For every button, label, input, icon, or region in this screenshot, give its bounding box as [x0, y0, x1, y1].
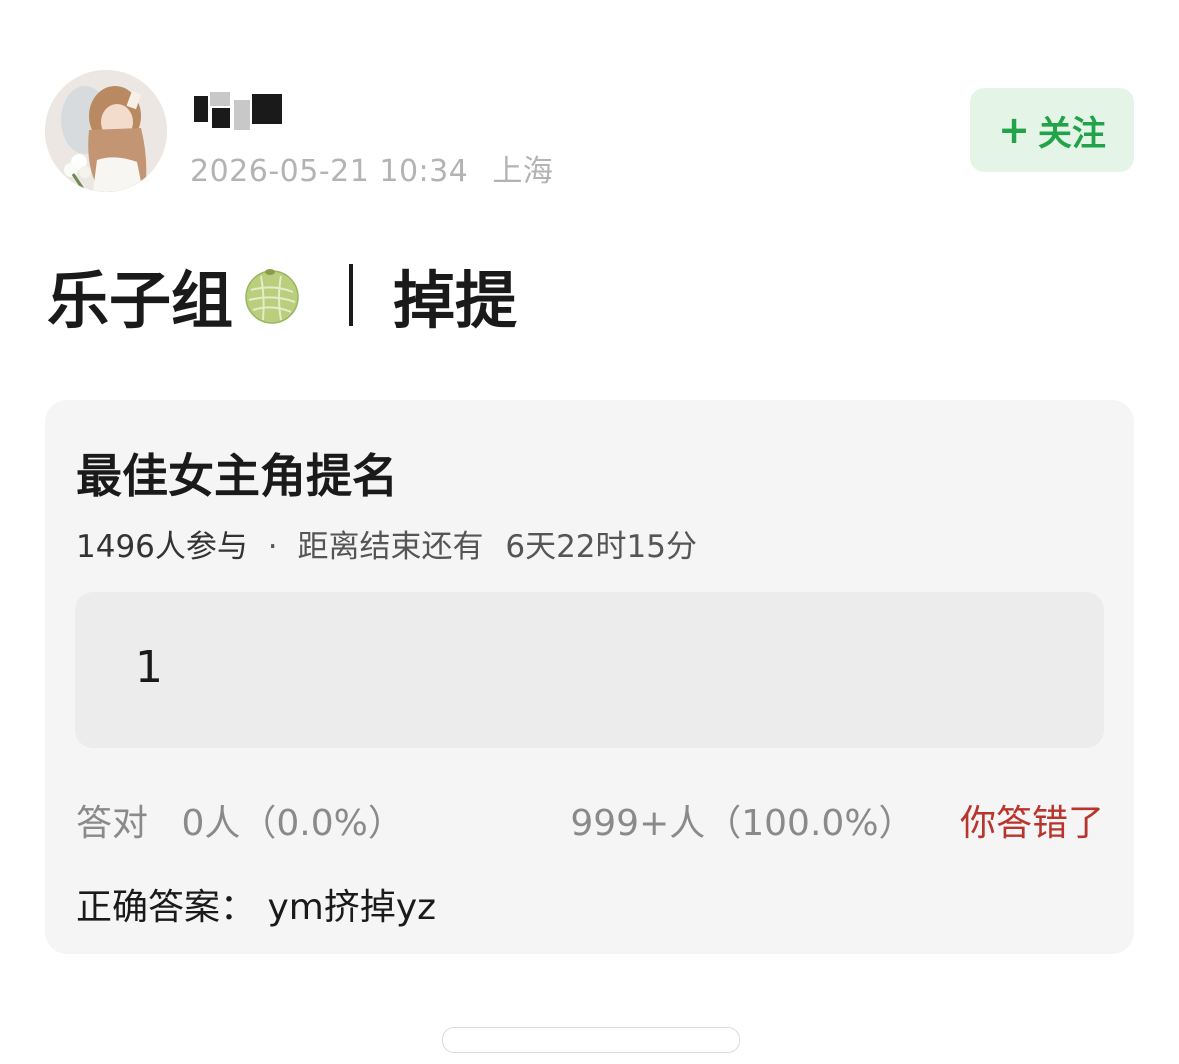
- post-timestamp: 2026-05-21 10:34 上海: [190, 146, 553, 190]
- post-title-left: 乐子组: [47, 264, 234, 337]
- quiz-option-text: 1: [135, 642, 163, 693]
- follow-label: 关注: [1037, 113, 1106, 154]
- quiz-remaining-label: 距离结束还有: [297, 529, 484, 565]
- post-time: 2026-05-21 10:34: [190, 154, 469, 189]
- meta-separator: ·: [267, 529, 278, 565]
- total-stats: 999+人（100.0%） 你答错了: [570, 794, 1104, 846]
- quiz-meta: 1496人参与 · 距离结束还有 6天22时15分: [76, 521, 697, 566]
- avatar[interactable]: [45, 70, 167, 192]
- post-title-right: 掉提: [393, 264, 518, 337]
- melon-icon: [241, 264, 303, 326]
- correct-answer-label: 正确答案：: [76, 887, 257, 928]
- post-title: 乐子组 掉提: [47, 255, 517, 337]
- post-location: 上海: [492, 154, 554, 189]
- quiz-title: 最佳女主角提名: [76, 449, 398, 503]
- quiz-participants: 1496人参与: [76, 529, 248, 565]
- plus-icon: +: [998, 108, 1030, 152]
- quiz-card: 最佳女主角提名 1496人参与 · 距离结束还有 6天22时15分 1 答对 0…: [45, 400, 1134, 954]
- quiz-option[interactable]: 1: [75, 592, 1104, 748]
- quiz-result-row: 答对 0人（0.0%） 999+人（100.0%） 你答错了: [76, 794, 1104, 844]
- correct-count-label: 答对: [76, 803, 149, 844]
- correct-count: 0人（0.0%）: [181, 803, 404, 844]
- avatar-image: [45, 70, 167, 192]
- follow-button[interactable]: + 关注: [970, 88, 1134, 172]
- title-separator: [349, 264, 354, 326]
- quiz-remaining-time: 6天22时15分: [505, 529, 697, 565]
- correct-answer: 正确答案： ym挤掉yz: [76, 878, 436, 930]
- username-redacted[interactable]: [190, 92, 290, 132]
- correct-stats: 答对 0人（0.0%）: [76, 794, 404, 846]
- wrong-answer-label: 你答错了: [959, 803, 1104, 844]
- total-count: 999+人（100.0%）: [570, 803, 915, 844]
- post-header: 2026-05-21 10:34 上海 + 关注: [0, 0, 1179, 210]
- home-indicator: [442, 1027, 740, 1053]
- correct-answer-value: ym挤掉yz: [267, 887, 437, 928]
